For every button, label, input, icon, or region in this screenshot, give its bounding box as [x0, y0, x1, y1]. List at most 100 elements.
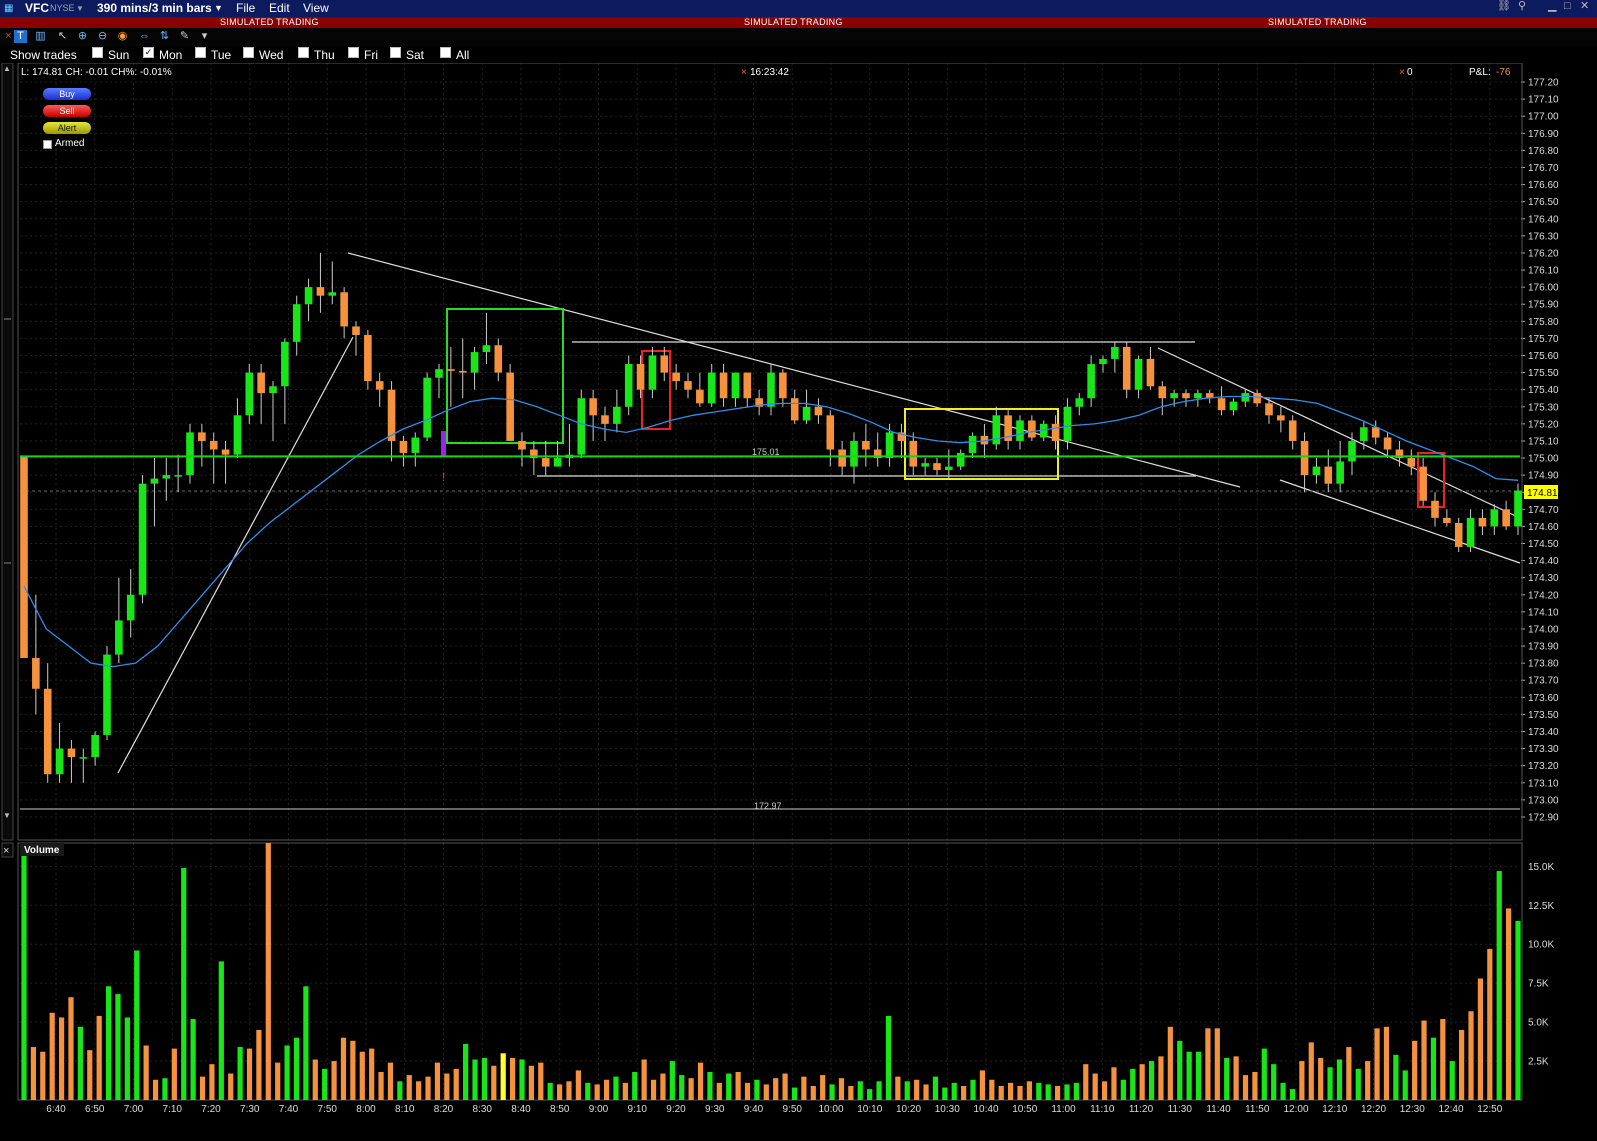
checkbox-wed[interactable]	[243, 47, 254, 58]
candle-body	[1134, 358, 1143, 390]
candle-body	[470, 352, 479, 373]
menu-edit[interactable]: Edit	[269, 0, 290, 17]
time-tick-label: 10:30	[935, 1104, 960, 1115]
chart-type-icon[interactable]: T	[14, 30, 27, 43]
scroll-down-icon[interactable]: ▼	[3, 811, 11, 820]
candle-body	[1277, 415, 1285, 421]
menu-view[interactable]: View	[303, 0, 329, 17]
checkbox-fri[interactable]	[348, 47, 359, 58]
volume-bar	[622, 1082, 628, 1100]
volume-bar	[1120, 1079, 1126, 1100]
position-close-icon[interactable]: ×	[1399, 67, 1405, 78]
link-icon[interactable]: ⛓	[1497, 0, 1511, 12]
volume-bar	[594, 1084, 600, 1100]
candle-body	[304, 287, 313, 305]
label-tue: Tue	[211, 48, 232, 62]
volume-bar	[1506, 908, 1512, 1100]
label-sat: Sat	[406, 48, 425, 62]
volume-bar	[791, 1087, 798, 1100]
candle-body	[1383, 437, 1392, 450]
candle-body	[1028, 420, 1036, 438]
cursor-icon[interactable]: ↖	[56, 30, 69, 43]
time-tick-label: 7:50	[318, 1104, 338, 1115]
volume-bar	[331, 1061, 337, 1100]
crosshair-icon[interactable]: ◉	[116, 30, 129, 43]
symbol-dropdown-icon[interactable]: ▼	[76, 0, 84, 17]
volume-bar	[162, 1078, 168, 1100]
candle-body	[55, 748, 64, 775]
checkbox-tue[interactable]	[195, 47, 206, 58]
candle-body	[1478, 517, 1487, 527]
buy-button[interactable]: Buy	[43, 88, 91, 100]
scroll-up-icon[interactable]: ▲	[3, 64, 11, 73]
vertical-scrollbar[interactable]	[1, 63, 14, 841]
scroll-icon[interactable]: ⇔	[138, 30, 151, 43]
volume-bar	[763, 1084, 769, 1100]
volume-bar	[1355, 1068, 1361, 1100]
time-close-icon[interactable]: ×	[741, 67, 747, 78]
checkbox-sun[interactable]	[92, 47, 103, 58]
maximize-icon[interactable]: □	[1564, 0, 1571, 12]
volume-bar	[1421, 1020, 1427, 1100]
volume-bar	[867, 1089, 873, 1100]
volume-bar	[848, 1085, 854, 1100]
trade-marker-icon: !	[442, 470, 445, 484]
volume-bar	[359, 1051, 365, 1100]
price-chart[interactable]: ▲ ▼ × 6:40 6:50 7:00 7:10 7:20 7:30 7:40 7:50 8:…	[0, 63, 1597, 1141]
candle-body	[636, 364, 645, 390]
checkbox-all[interactable]	[440, 47, 451, 58]
volume-bar	[1242, 1075, 1249, 1100]
candle-body	[624, 364, 633, 407]
menu-file[interactable]: File	[236, 0, 255, 17]
timeframe-selector[interactable]: 390 mins/3 min bars	[97, 0, 212, 17]
price-tick-label: 173.10	[1528, 778, 1559, 789]
wrench-icon[interactable]: ✎	[178, 30, 191, 43]
volume-bar	[387, 1062, 394, 1100]
volume-bar	[115, 994, 121, 1100]
candle-body	[79, 757, 88, 759]
volume-bar	[246, 1048, 253, 1100]
time-tick-label: 11:40	[1206, 1104, 1231, 1115]
volume-close-x-icon[interactable]: ×	[3, 845, 9, 857]
volume-bar	[1327, 1067, 1333, 1100]
volume-bar	[857, 1081, 863, 1100]
show-trades-bar: Show trades Sun ✓ Mon Tue Wed Thu Fri Sa…	[0, 47, 1597, 63]
pin-icon[interactable]: ⚲	[1518, 0, 1526, 12]
arrows-icon[interactable]: ⇅	[158, 30, 171, 43]
timeframe-dropdown-icon[interactable]: ▼	[214, 0, 223, 17]
volume-bar	[1167, 1026, 1173, 1100]
candle-body	[956, 452, 965, 467]
label-thu: Thu	[314, 48, 335, 62]
candle-body	[838, 449, 846, 467]
candle-body	[364, 334, 372, 382]
checkbox-mon[interactable]: ✓	[143, 47, 154, 58]
price-tick-label: 175.40	[1528, 385, 1559, 396]
armed-checkbox[interactable]	[43, 140, 52, 149]
sell-button[interactable]: Sell	[43, 105, 91, 117]
volume-bar	[1111, 1067, 1117, 1100]
volume-bar	[1008, 1082, 1014, 1100]
volume-bar	[575, 1070, 581, 1100]
checkbox-thu[interactable]	[298, 47, 309, 58]
candle-body	[577, 398, 586, 455]
candle-body	[138, 483, 147, 595]
candle-body	[292, 304, 301, 342]
zoom-out-icon[interactable]: ⊖	[96, 30, 109, 43]
zoom-in-icon[interactable]: ⊕	[76, 30, 89, 43]
candle-body	[1454, 522, 1463, 547]
volume-bar	[190, 1019, 196, 1100]
volume-bar	[1233, 1056, 1239, 1100]
symbol-label[interactable]: VFC	[25, 0, 49, 17]
close-icon[interactable]: ✕	[1580, 0, 1589, 12]
checkbox-sat[interactable]	[390, 47, 401, 58]
candle-body	[589, 398, 597, 416]
minimize-icon[interactable]: ▁	[1548, 0, 1556, 12]
alert-button[interactable]: Alert	[43, 122, 91, 134]
candle-body	[862, 440, 870, 450]
volume-bar	[528, 1065, 534, 1100]
more-tools-icon[interactable]: ▾	[198, 30, 211, 43]
bar-chart-icon[interactable]: ▥	[34, 30, 47, 43]
volume-tick-label: 12.5K	[1528, 901, 1554, 912]
price-tick-label: 173.00	[1528, 795, 1559, 806]
volume-bar	[1393, 1054, 1399, 1100]
